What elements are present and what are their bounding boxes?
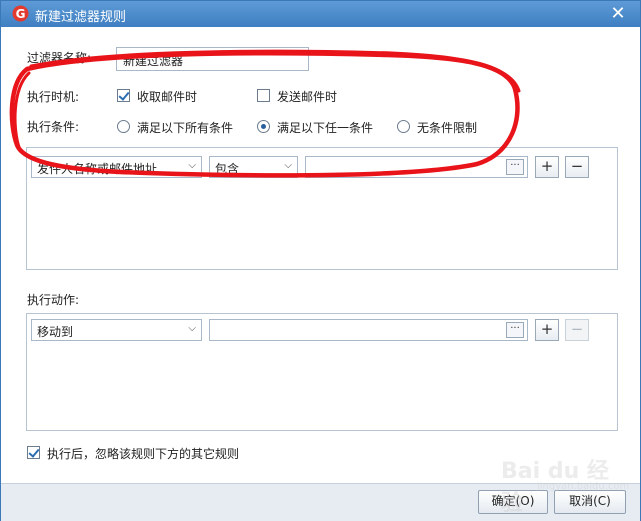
- condition-mode-label: 执行条件:: [27, 120, 80, 134]
- radio-all-conditions-label: 满足以下所有条件: [137, 121, 234, 135]
- trigger-label: 执行时机:: [27, 90, 80, 104]
- condition-value-input[interactable]: ···: [305, 156, 528, 178]
- action-type-value: 移动到: [37, 325, 74, 339]
- window-title: 新建过滤器规则: [35, 10, 127, 25]
- radio-any-condition[interactable]: [257, 120, 270, 133]
- radio-no-condition[interactable]: [397, 120, 410, 133]
- actions-label: 执行动作:: [27, 293, 80, 307]
- condition-field-select[interactable]: 发件人名称或邮件地址 ⌵: [31, 156, 202, 178]
- radio-all-conditions[interactable]: [117, 120, 130, 133]
- ignore-rules-label: 执行后，忽略该规则下方的其它规则: [47, 447, 240, 461]
- svg-text:G: G: [16, 7, 26, 21]
- ignore-rules-checkbox[interactable]: [27, 446, 40, 459]
- action-type-select[interactable]: 移动到 ⌵: [31, 319, 202, 341]
- send-checkbox-label: 发送邮件时: [277, 90, 338, 104]
- cancel-button[interactable]: 取消(C): [554, 490, 626, 514]
- dialog-footer: 确定(O) 取消(C): [1, 483, 640, 521]
- close-icon[interactable]: ✕: [607, 3, 629, 25]
- app-logo-icon: G: [12, 5, 29, 22]
- remove-condition-button[interactable]: −: [565, 156, 589, 178]
- ok-button[interactable]: 确定(O): [478, 490, 548, 514]
- condition-browse-button[interactable]: ···: [506, 159, 524, 175]
- radio-any-condition-label: 满足以下任一条件: [277, 121, 374, 135]
- chevron-down-icon: ⌵: [188, 323, 196, 334]
- add-condition-button[interactable]: +: [535, 156, 559, 178]
- chevron-down-icon: ⌵: [188, 160, 196, 171]
- receive-checkbox-label: 收取邮件时: [137, 90, 198, 104]
- condition-field-value: 发件人名称或邮件地址: [37, 162, 158, 176]
- conditions-panel: 发件人名称或邮件地址 ⌵ 包含 ⌵ ··· + −: [26, 147, 618, 270]
- remove-action-button[interactable]: −: [565, 319, 589, 341]
- title-bar[interactable]: G 新建过滤器规则 ✕: [1, 1, 640, 27]
- action-target-input[interactable]: ···: [209, 319, 528, 341]
- chevron-down-icon: ⌵: [284, 160, 292, 171]
- condition-operator-value: 包含: [215, 162, 240, 176]
- send-checkbox[interactable]: [257, 89, 270, 102]
- action-browse-button[interactable]: ···: [506, 322, 524, 338]
- filter-rule-dialog: G 新建过滤器规则 ✕ 过滤器名称: 新建过滤器 执行时机: 收取邮件时 发送邮…: [0, 0, 641, 521]
- filter-name-input[interactable]: 新建过滤器: [116, 47, 309, 71]
- dialog-body: 过滤器名称: 新建过滤器 执行时机: 收取邮件时 发送邮件时 执行条件: 满足以…: [1, 27, 640, 483]
- actions-panel: 移动到 ⌵ ··· + −: [26, 313, 618, 431]
- add-action-button[interactable]: +: [535, 319, 559, 341]
- radio-no-condition-label: 无条件限制: [417, 121, 478, 135]
- filter-name-label: 过滤器名称:: [27, 51, 92, 65]
- condition-operator-select[interactable]: 包含 ⌵: [209, 156, 298, 178]
- receive-checkbox[interactable]: [117, 89, 130, 102]
